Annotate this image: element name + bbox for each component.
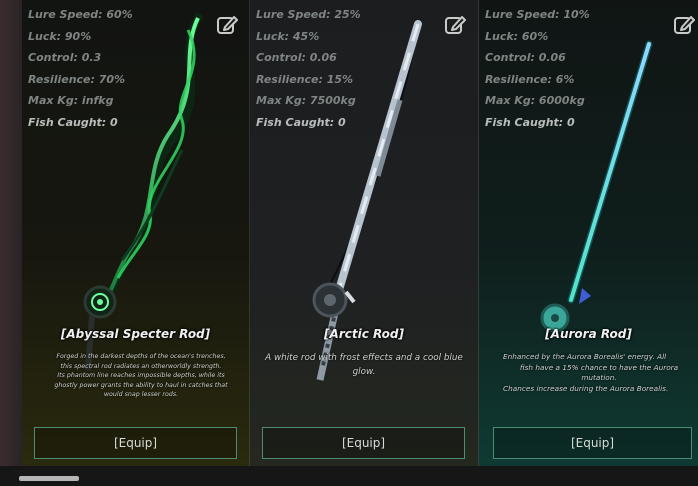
control-stat: Control: 0.06 — [485, 51, 566, 65]
rod-name: [Arctic Rod] — [324, 327, 404, 341]
rod-card-abyssal-specter: Lure Speed: 60% Luck: 90% Control: 0.3 R… — [22, 0, 250, 466]
control-stat: Control: 0.06 — [256, 51, 337, 65]
fish-caught-stat: Fish Caught: 0 — [485, 115, 575, 129]
max-kg-stat: Max Kg: 7500kg — [256, 94, 356, 108]
rod-description: A white rod with frost effects and a coo… — [258, 352, 470, 379]
resilience-stat: Resilience: 15% — [256, 72, 354, 86]
rod-card-aurora: Lure Speed: 10% Luck: 60% Control: 0.06 … — [479, 0, 698, 466]
rod-stats: Lure Speed: 25% Luck: 45% Control: 0.06 … — [256, 7, 361, 137]
description-line: mutation. — [581, 373, 617, 383]
max-kg-stat: Max Kg: infkg — [28, 94, 114, 108]
horizontal-scrollbar[interactable] — [0, 466, 698, 486]
description-line: glow. — [352, 366, 376, 377]
rod-name: [Aurora Rod] — [545, 327, 632, 341]
max-kg-stat: Max Kg: 6000kg — [485, 94, 585, 108]
luck-stat: Luck: 90% — [28, 29, 92, 43]
fish-caught-stat: Fish Caught: 0 — [28, 115, 118, 129]
description-line: Forged in the darkest depths of the ocea… — [56, 353, 226, 360]
rod-description: Enhanced by the Aurora Borealis' energy.… — [503, 352, 695, 394]
description-line: Enhanced by the Aurora Borealis' energy.… — [503, 352, 667, 361]
lure-speed-stat: Lure Speed: 60% — [28, 8, 133, 21]
lure-speed-stat: Lure Speed: 10% — [485, 8, 590, 21]
description-line: this spectral rod radiates an otherworld… — [60, 362, 222, 370]
resilience-stat: Resilience: 70% — [28, 72, 126, 86]
description-line: ghostly power grants the ability to haul… — [54, 381, 228, 389]
equip-button[interactable]: [Equip] — [262, 427, 465, 459]
rod-card-arctic: Lure Speed: 25% Luck: 45% Control: 0.06 … — [250, 0, 479, 466]
luck-stat: Luck: 60% — [485, 29, 549, 43]
description-line: A white rod with frost effects and a coo… — [265, 353, 463, 363]
equip-button[interactable]: [Equip] — [493, 427, 692, 459]
rod-description: Forged in the darkest depths of the ocea… — [44, 352, 238, 400]
edit-icon[interactable] — [216, 14, 238, 36]
rod-stats: Lure Speed: 10% Luck: 60% Control: 0.06 … — [485, 7, 590, 137]
edit-icon[interactable] — [673, 14, 695, 36]
description-line: fish have a 15% chance to have the Auror… — [519, 362, 679, 372]
background-wall — [0, 0, 22, 486]
description-line: Its phantom line reaches impossible dept… — [57, 372, 225, 379]
lure-speed-stat: Lure Speed: 25% — [256, 8, 361, 21]
fish-caught-stat: Fish Caught: 0 — [256, 115, 346, 129]
scrollbar-thumb[interactable] — [19, 476, 79, 481]
edit-icon[interactable] — [444, 14, 466, 36]
resilience-stat: Resilience: 6% — [485, 72, 575, 86]
luck-stat: Luck: 45% — [256, 29, 320, 43]
description-line: Chances increase during the Aurora Borea… — [503, 383, 669, 393]
control-stat: Control: 0.3 — [28, 51, 102, 65]
equip-button[interactable]: [Equip] — [34, 427, 237, 459]
rod-stats: Lure Speed: 60% Luck: 90% Control: 0.3 R… — [28, 7, 133, 137]
rod-name: [Abyssal Specter Rod] — [60, 327, 211, 341]
description-line: would snap lesser rods. — [103, 391, 179, 398]
